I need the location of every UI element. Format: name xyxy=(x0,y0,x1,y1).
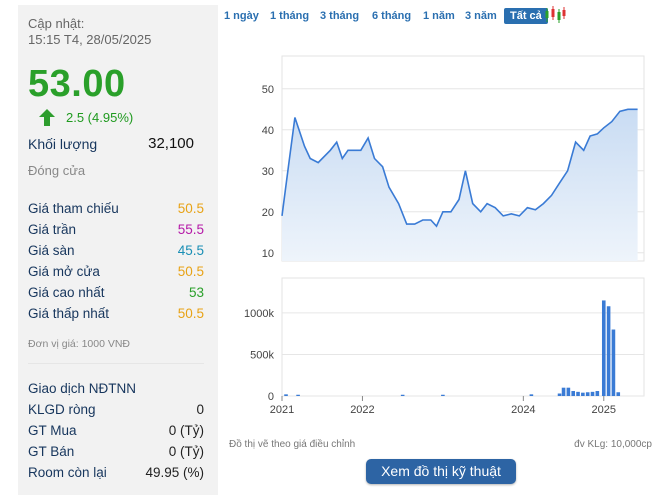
volume-bar xyxy=(284,394,288,396)
volume-tick-label: 0 xyxy=(268,391,274,403)
price-row: Giá thấp nhất 50.5 xyxy=(28,306,204,327)
price-row-value: 50.5 xyxy=(177,264,204,279)
price-row-value: 45.5 xyxy=(177,243,204,258)
x-tick-label: 2025 xyxy=(592,404,616,416)
price-tick-label: 30 xyxy=(262,166,274,178)
arrow-up-icon xyxy=(39,109,55,126)
volume-bar xyxy=(400,394,405,396)
tab-period[interactable]: 3 tháng xyxy=(320,10,359,22)
volume-bar xyxy=(590,391,595,396)
updated-time: 15:15 T4, 28/05/2025 xyxy=(28,32,152,47)
price-row-label: Giá tham chiếu xyxy=(28,201,119,216)
volume-tick-label: 500k xyxy=(250,349,274,361)
price-row: Giá mở cửa 50.5 xyxy=(28,264,204,285)
x-tick-label: 2024 xyxy=(511,404,535,416)
foreign-row: GT Mua 0 (Tỷ) xyxy=(28,423,204,444)
price-row-label: Giá trần xyxy=(28,222,77,237)
volume-bar xyxy=(611,329,616,396)
foreign-row-value: 0 (Tỷ) xyxy=(168,444,204,459)
price-row-label: Giá sàn xyxy=(28,243,75,258)
price-row-label: Giá mở cửa xyxy=(28,264,100,279)
foreign-row: Giao dịch NĐTNN xyxy=(28,381,204,402)
foreign-row-label: KLGD ròng xyxy=(28,402,96,417)
price-tick-label: 10 xyxy=(262,248,274,260)
foreign-row-label: GT Bán xyxy=(28,444,75,459)
candlestick-icon[interactable] xyxy=(544,6,566,24)
tab-period[interactable]: 1 năm xyxy=(423,10,455,22)
price-tick-label: 50 xyxy=(262,84,274,96)
tab-period[interactable]: 3 năm xyxy=(465,10,497,22)
price-tick-label: 20 xyxy=(262,207,274,219)
tab-period[interactable]: 6 tháng xyxy=(372,10,411,22)
price-row-label: Giá cao nhất xyxy=(28,285,105,300)
foreign-row-value: 0 xyxy=(196,402,204,417)
volume-bar xyxy=(571,391,576,396)
stock-info-panel: Cập nhật: 15:15 T4, 28/05/2025 53.00 2.5… xyxy=(18,5,218,495)
price-tick-label: 40 xyxy=(262,125,274,137)
volume-bar xyxy=(576,391,580,396)
volume-panel xyxy=(281,277,645,397)
x-tick-label: 2022 xyxy=(350,404,374,416)
current-price: 53.00 xyxy=(28,63,126,105)
volume-bar xyxy=(595,391,600,396)
price-row-value: 50.5 xyxy=(177,306,204,321)
price-volume-chart: 10 20 30 40 50 0 500k 1000k 2021 2022 2024 2025 xyxy=(244,55,645,416)
foreign-row-label: Giao dịch NĐTNN xyxy=(28,381,137,396)
volume-tick-label: 1000k xyxy=(244,308,274,320)
chart-footnote: Đồ thị vẽ theo giá điều chỉnh xyxy=(229,439,356,450)
volume-bar xyxy=(296,394,300,396)
price-row-value: 55.5 xyxy=(177,222,204,237)
volume-bar xyxy=(529,394,534,396)
volume-bar xyxy=(561,387,566,396)
volume-label: Khối lượng xyxy=(28,136,98,152)
market-status: Đóng cửa xyxy=(28,163,86,178)
divider xyxy=(28,363,204,364)
price-row: Giá sàn 45.5 xyxy=(28,243,204,264)
volume-bar xyxy=(616,392,621,396)
volume-unit-note: đv KLg: 10,000cp xyxy=(574,439,652,450)
price-row-value: 50.5 xyxy=(177,201,204,216)
price-row: Giá trần 55.5 xyxy=(28,222,204,243)
tab-period[interactable]: Tất cả xyxy=(504,8,548,24)
foreign-row: Room còn lại 49.95 (%) xyxy=(28,465,204,486)
foreign-row-value: 49.95 (%) xyxy=(145,465,204,480)
price-row: Giá cao nhất 53 xyxy=(28,285,204,306)
volume-bar xyxy=(566,387,571,396)
x-tick-label: 2021 xyxy=(270,404,294,416)
tab-period[interactable]: 1 tháng xyxy=(270,10,309,22)
volume-bar xyxy=(606,306,611,396)
foreign-row-value: 0 (Tỷ) xyxy=(168,423,204,438)
volume-bar xyxy=(557,393,562,396)
foreign-trading-table: Giao dịch NĐTNN KLGD ròng 0 GT Mua 0 (Tỷ) GT … xyxy=(28,381,204,486)
tab-period[interactable]: 1 ngày xyxy=(224,10,259,22)
volume-bar xyxy=(441,394,445,396)
price-row: Giá tham chiếu 50.5 xyxy=(28,201,204,222)
foreign-row-label: Room còn lại xyxy=(28,465,107,480)
price-row-label: Giá thấp nhất xyxy=(28,306,110,321)
price-change: 2.5 (4.95%) xyxy=(66,110,134,125)
foreign-row: GT Bán 0 (Tỷ) xyxy=(28,444,204,465)
price-row-value: 53 xyxy=(188,285,204,300)
view-technical-chart-button[interactable]: Xem đồ thị kỹ thuật xyxy=(366,459,516,484)
foreign-row: KLGD ròng 0 xyxy=(28,402,204,423)
foreign-row-label: GT Mua xyxy=(28,423,77,438)
price-table: Giá tham chiếu 50.5 Giá trần 55.5 Giá sàn 45.… xyxy=(28,201,204,327)
volume-value: 32,100 xyxy=(148,135,194,152)
volume-bar xyxy=(585,392,590,396)
unit-note: Đơn vị giá: 1000 VNĐ xyxy=(28,338,131,350)
updated-label: Cập nhật: xyxy=(28,16,85,31)
volume-bar xyxy=(581,392,585,396)
volume-bar xyxy=(601,300,606,396)
